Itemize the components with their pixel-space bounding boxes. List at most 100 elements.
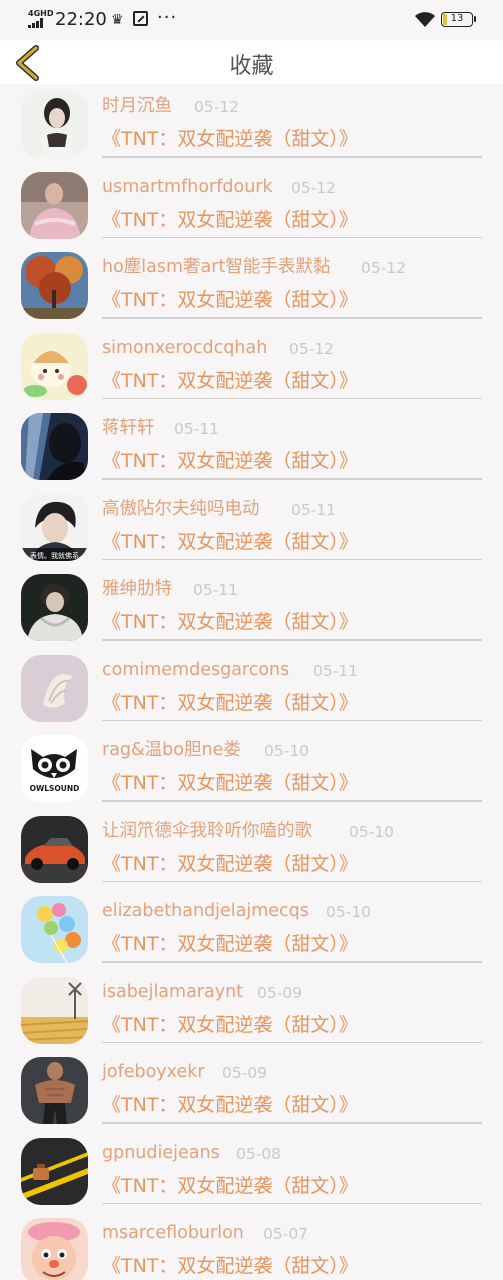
avatar [21, 1218, 88, 1280]
user-name: simonxerocdcqhah [102, 337, 268, 358]
user-name: gpnudiejeans [102, 1142, 220, 1163]
user-name: rag&温bo胆ne娄 [102, 740, 241, 760]
user-name: comimemdesgarcons [102, 659, 290, 680]
avatar [21, 1057, 88, 1124]
favorite-item[interactable]: simonxerocdcqhah 05-12 《TNT：双女配逆袭（甜文）》 [0, 326, 503, 406]
book-title[interactable]: 《TNT：双女配逆袭（甜文）》 [102, 367, 358, 395]
user-name: 蒋轩轩 [102, 418, 155, 438]
favorite-date: 05-12 [194, 98, 240, 116]
user-name: msarcefloburlon [102, 1223, 244, 1243]
book-title[interactable]: 《TNT：双女配逆袭（甜文）》 [102, 850, 358, 878]
app-header: 收藏 [0, 40, 503, 84]
favorite-item[interactable]: 雅绅肋特 05-11 《TNT：双女配逆袭（甜文）》 [0, 567, 503, 647]
book-title[interactable]: 《TNT：双女配逆袭（甜文）》 [102, 1172, 358, 1200]
divider [102, 236, 482, 238]
divider [102, 317, 482, 319]
divider [102, 961, 482, 963]
avatar [21, 976, 88, 1044]
favorite-item[interactable]: usmartmfhorfdourk 05-12 《TNT：双女配逆袭（甜文）》 [0, 165, 503, 245]
favorite-item[interactable]: 让润笊德伞我聆听你嗑的歌 05-10 《TNT：双女配逆袭（甜文）》 [0, 809, 503, 889]
user-name: isabejlamaraynt [102, 981, 244, 1002]
avatar [21, 413, 88, 480]
network-type: 4GHD [28, 9, 54, 18]
divider [102, 1122, 482, 1124]
book-title[interactable]: 《TNT：双女配逆袭（甜文）》 [102, 1091, 358, 1119]
favorite-item[interactable]: isabejlamaraynt 05-09 《TNT：双女配逆袭（甜文）》 [0, 970, 503, 1050]
avatar [21, 815, 88, 883]
divider [102, 558, 482, 560]
favorite-date: 05-12 [291, 178, 337, 197]
user-name: 让润笊德伞我聆听你嗑的歌 [102, 820, 312, 841]
favorite-item[interactable]: OWLSOUND rag&温bo胆ne娄 05-10 《TNT：双女配逆袭（甜文… [0, 728, 503, 808]
status-bar: 4GHD 22:20 ♛ ··· 13 [0, 0, 503, 40]
divider [102, 156, 482, 158]
divider [102, 800, 482, 802]
book-title[interactable]: 《TNT：双女配逆袭（甜文）》 [102, 1252, 358, 1280]
favorite-date: 05-10 [326, 903, 372, 921]
avatar [21, 574, 88, 641]
more-dots-icon: ··· [157, 7, 178, 28]
book-title[interactable]: 《TNT：双女配逆袭（甜文）》 [102, 125, 358, 153]
divider [102, 1041, 482, 1043]
user-name: jofeboyxekr [102, 1062, 205, 1082]
avatar [21, 332, 88, 400]
favorite-date: 05-10 [264, 742, 310, 760]
battery-level: 13 [450, 13, 464, 24]
favorite-date: 05-10 [349, 822, 395, 841]
wifi-icon [415, 12, 435, 27]
avatar [21, 91, 88, 158]
crown-icon: ♛ [111, 12, 124, 28]
favorite-item[interactable]: jofeboyxekr 05-09 《TNT：双女配逆袭（甜文）》 [0, 1050, 503, 1130]
avatar: OWLSOUND [21, 735, 88, 802]
divider [102, 397, 482, 399]
avatar [21, 171, 88, 239]
favorite-date: 05-09 [222, 1064, 268, 1082]
book-title[interactable]: 《TNT：双女配逆袭（甜文）》 [102, 608, 358, 636]
avatar-caption: 表情。我就佛系 [30, 551, 79, 560]
avatar [21, 252, 88, 319]
book-title[interactable]: 《TNT：双女配逆袭（甜文）》 [102, 769, 358, 797]
user-name: 雅绅肋特 [102, 579, 172, 599]
favorite-item[interactable]: 蒋轩轩 05-11 《TNT：双女配逆袭（甜文）》 [0, 406, 503, 486]
divider [102, 719, 482, 721]
avatar [21, 654, 88, 722]
favorite-item[interactable]: 表情。我就佛系 高傲阽尔夫纯吗电动 05-11 《TNT：双女配逆袭（甜文）》 [0, 487, 503, 567]
user-name: elizabethandjelajmecqs [102, 901, 309, 921]
favorite-date: 05-07 [263, 1225, 309, 1243]
divider [102, 639, 482, 641]
signal-icon [28, 18, 48, 28]
user-name: ho塵lasm奢art智能手表默黏 [102, 257, 331, 277]
clock: 22:20 [55, 9, 107, 30]
nfc-icon [133, 11, 148, 26]
user-name: usmartmfhorfdourk [102, 176, 273, 197]
favorite-item[interactable]: ho塵lasm奢art智能手表默黏 05-12 《TNT：双女配逆袭（甜文）》 [0, 245, 503, 325]
divider [102, 1202, 482, 1204]
favorite-date: 05-11 [313, 661, 359, 680]
favorite-item[interactable]: comimemdesgarcons 05-11 《TNT：双女配逆袭（甜文）》 [0, 648, 503, 728]
favorite-date: 05-11 [291, 500, 337, 519]
avatar [21, 1137, 88, 1205]
favorite-date: 05-11 [193, 581, 239, 599]
user-name: 时月沉鱼 [102, 96, 172, 116]
page-title: 收藏 [229, 54, 274, 79]
battery-icon: 13 [441, 12, 476, 27]
book-title[interactable]: 《TNT：双女配逆袭（甜文）》 [102, 528, 358, 556]
favorite-date: 05-08 [236, 1144, 282, 1163]
favorite-date: 05-12 [289, 339, 335, 358]
divider [102, 478, 482, 480]
book-title[interactable]: 《TNT：双女配逆袭（甜文）》 [102, 1011, 358, 1039]
favorite-date: 05-12 [361, 259, 407, 277]
divider [102, 880, 482, 882]
favorite-item[interactable]: elizabethandjelajmecqs 05-10 《TNT：双女配逆袭（… [0, 889, 503, 969]
favorite-item[interactable]: msarcefloburlon 05-07 《TNT：双女配逆袭（甜文）》 [0, 1211, 503, 1280]
favorite-date: 05-11 [174, 420, 220, 438]
book-title[interactable]: 《TNT：双女配逆袭（甜文）》 [102, 930, 358, 958]
book-title[interactable]: 《TNT：双女配逆袭（甜文）》 [102, 286, 358, 314]
favorite-item[interactable]: 时月沉鱼 05-12 《TNT：双女配逆袭（甜文）》 [0, 84, 503, 164]
book-title[interactable]: 《TNT：双女配逆袭（甜文）》 [102, 689, 358, 717]
book-title[interactable]: 《TNT：双女配逆袭（甜文）》 [102, 447, 358, 475]
favorite-item[interactable]: gpnudiejeans 05-08 《TNT：双女配逆袭（甜文）》 [0, 1131, 503, 1211]
book-title[interactable]: 《TNT：双女配逆袭（甜文）》 [102, 206, 358, 234]
user-name: 高傲阽尔夫纯吗电动 [102, 498, 260, 519]
avatar-logo-text: OWLSOUND [30, 784, 80, 793]
